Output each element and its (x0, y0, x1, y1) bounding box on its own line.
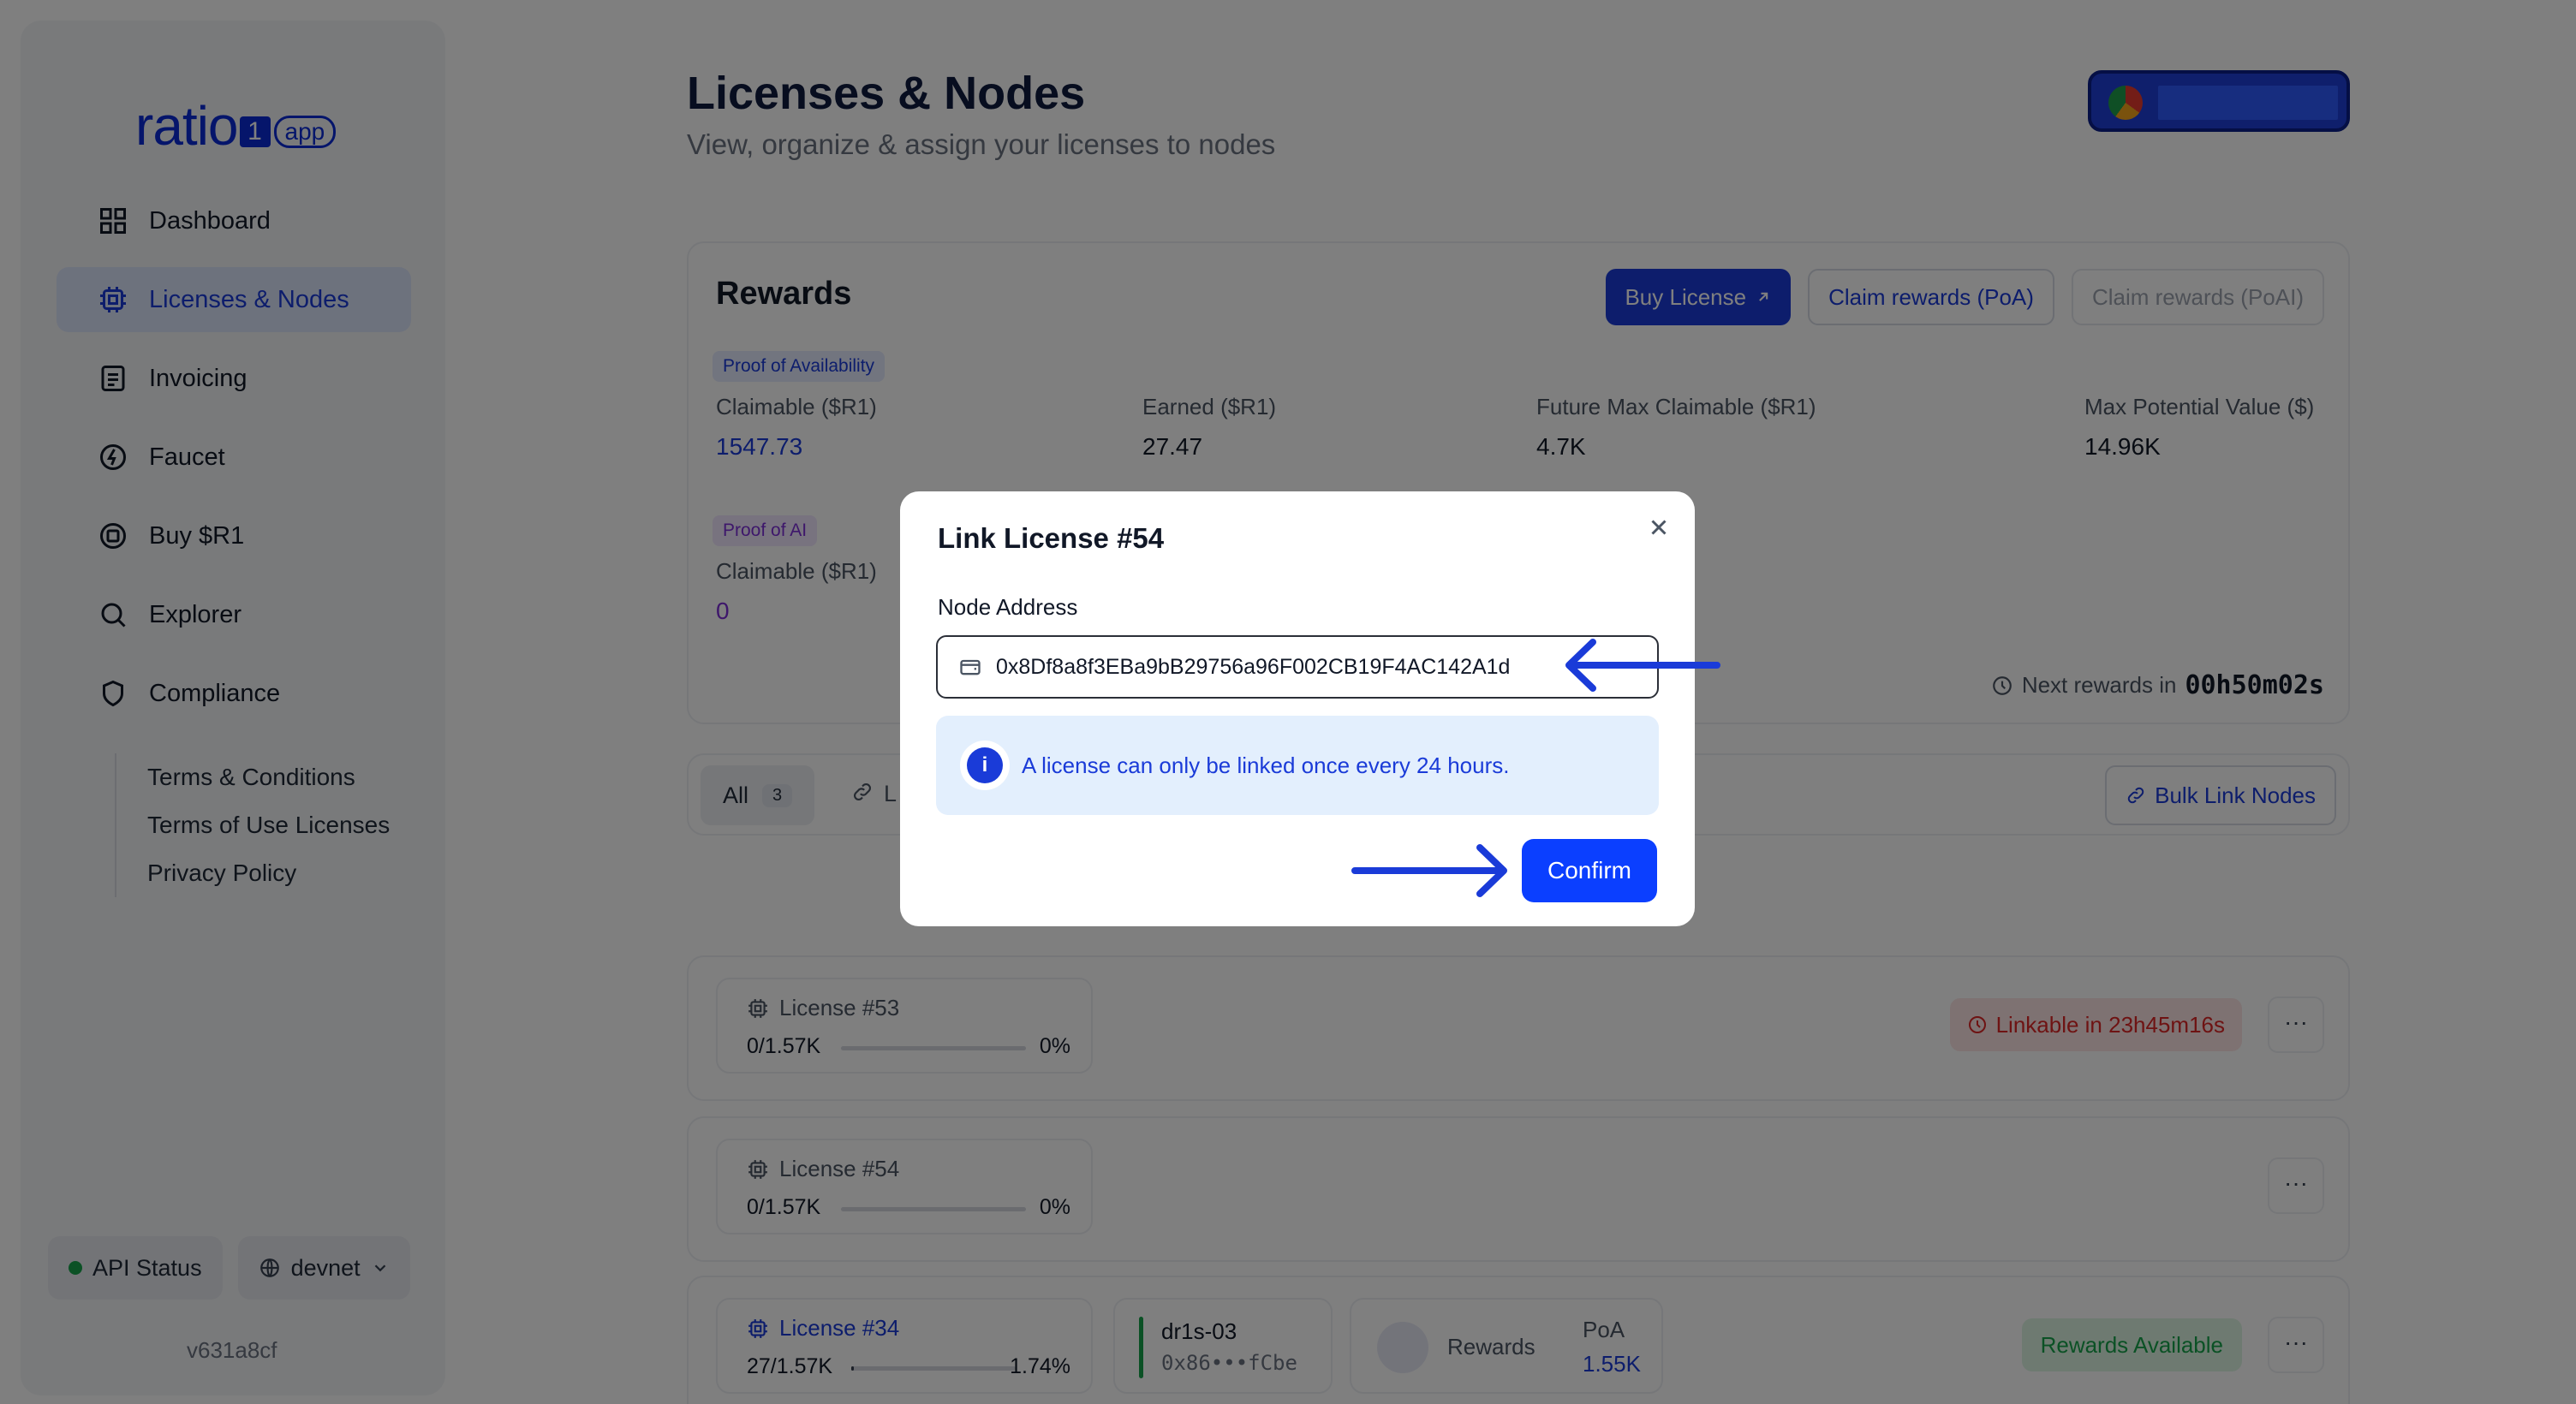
link-license-modal: Link License #54 Node Address i A licens… (900, 491, 1695, 926)
confirm-button[interactable]: Confirm (1522, 839, 1657, 902)
modal-title: Link License #54 (938, 522, 1165, 554)
info-icon: i (967, 747, 1003, 783)
annotation-arrow-right-icon (1351, 844, 1507, 897)
node-address-label: Node Address (938, 594, 1078, 620)
wallet-icon (960, 659, 981, 675)
close-icon[interactable] (1643, 512, 1674, 543)
annotation-arrow-left-icon (1565, 639, 1720, 692)
node-address-field[interactable] (936, 635, 1659, 699)
info-notice: i A license can only be linked once ever… (936, 716, 1659, 815)
info-text: A license can only be linked once every … (1022, 752, 1510, 778)
node-address-input[interactable] (996, 654, 1578, 680)
